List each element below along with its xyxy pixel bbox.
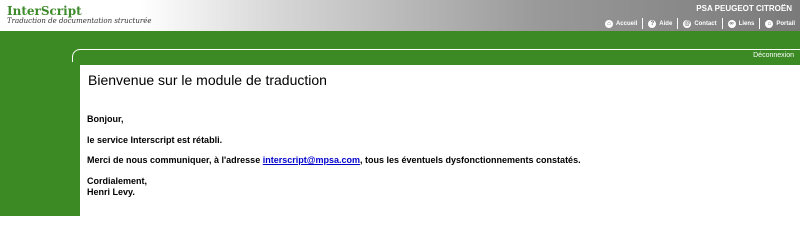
message-line-1: le service Interscript est rétabli. — [87, 135, 223, 145]
toolbar-portail[interactable]: ⌂ Portail — [760, 18, 800, 29]
page-title: Bienvenue sur le module de traduction — [88, 72, 327, 88]
toolbar-accueil[interactable]: ⌂ Accueil — [600, 18, 642, 29]
toolbar-contact[interactable]: @ Contact — [678, 18, 721, 29]
email-link[interactable]: interscript@mpsa.com — [263, 155, 360, 165]
header: InterScript Traduction de documentation … — [0, 0, 800, 31]
home-icon: ⌂ — [604, 19, 613, 28]
toolbar-label: Contact — [694, 20, 717, 27]
corporate-logo: PSA PEUGEOT CITROËN — [696, 4, 792, 13]
contact-icon: @ — [683, 19, 692, 28]
sidebar — [0, 65, 80, 216]
nav-band-tab — [72, 49, 800, 62]
app-name: InterScript — [7, 4, 82, 18]
signature: Henri Levy. — [87, 187, 135, 197]
logout-link[interactable]: Déconnexion — [753, 52, 794, 59]
closing: Cordialement, — [87, 176, 148, 186]
app-subtitle: Traduction de documentation structurée — [7, 17, 152, 25]
toolbar-liens[interactable]: ∞ Liens — [723, 18, 760, 29]
toolbar-label: Liens — [738, 20, 755, 27]
toolbar-label: Portail — [776, 20, 795, 27]
right-edge — [792, 65, 800, 216]
help-icon: ? — [648, 19, 657, 28]
toolbar-label: Aide — [659, 20, 673, 27]
toolbar: ⌂ Accueil ? Aide @ Contact ∞ Liens ⌂ Por… — [600, 16, 800, 31]
brand[interactable]: InterScript Traduction de documentation … — [7, 5, 151, 26]
toolbar-aide[interactable]: ? Aide — [643, 18, 677, 29]
message-line-2-suffix: , tous les éventuels dysfonctionnements … — [360, 155, 581, 165]
message-line-2-prefix: Merci de nous communiquer, à l'adresse — [87, 155, 263, 165]
toolbar-label: Accueil — [615, 20, 638, 27]
greeting: Bonjour, — [87, 114, 124, 124]
portal-icon: ⌂ — [765, 19, 774, 28]
links-icon: ∞ — [727, 19, 736, 28]
message-line-2: Merci de nous communiquer, à l'adresse i… — [87, 155, 581, 166]
